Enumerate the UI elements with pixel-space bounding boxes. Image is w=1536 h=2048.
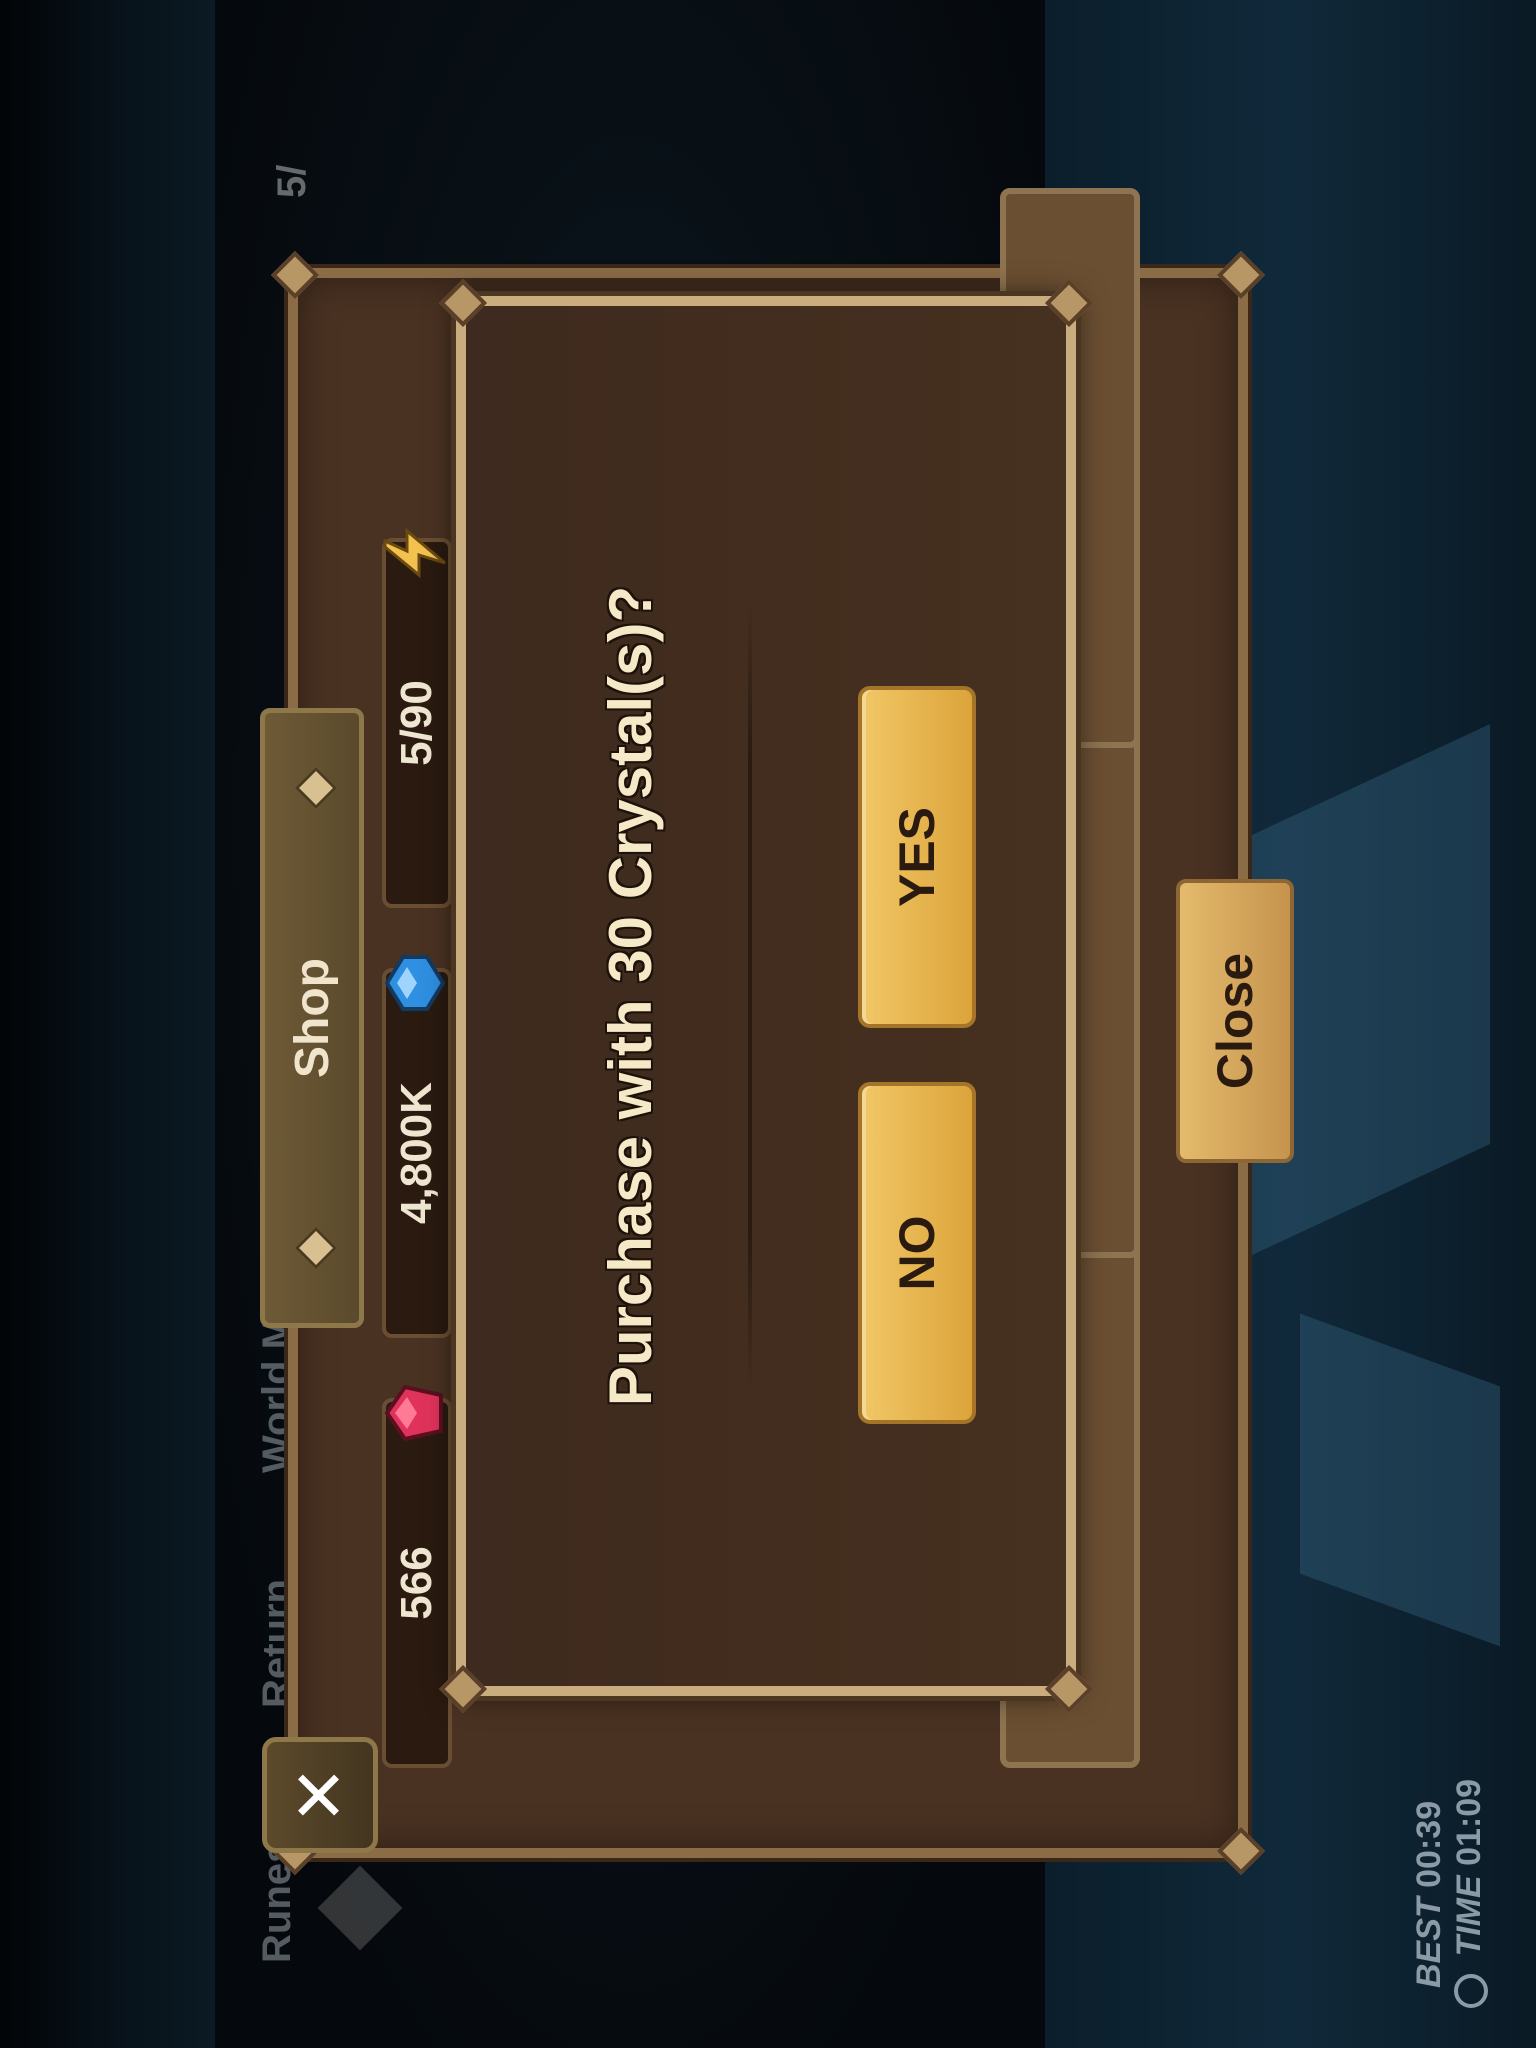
tab-ornament [294, 766, 338, 810]
shop-title: Shop [285, 958, 339, 1078]
time-label: TIME [1450, 1875, 1488, 1957]
best-value: 00:39 [1410, 1800, 1448, 1888]
no-button[interactable]: NO [858, 1082, 976, 1424]
clock-icon [1454, 1974, 1489, 2008]
landscape-stage: TIME 01:09 BEST 00:39 5/ Runes Return Wo… [0, 0, 1536, 2048]
best-label: BEST [1410, 1897, 1448, 1988]
best-time: BEST 00:39 [1410, 1801, 1449, 1988]
tab-ornament [294, 1226, 338, 1270]
close-button[interactable]: Close [1176, 879, 1294, 1163]
dialog-message: Purchase with 30 Crystal(s)? [597, 585, 664, 1407]
energy-bolt-icon [380, 518, 450, 588]
crystals-bar: 566 [382, 1398, 452, 1768]
runes-icon [317, 1865, 403, 1951]
game-scene: TIME 01:09 BEST 00:39 5/ Runes Return Wo… [0, 0, 1536, 2048]
timer: TIME 01:09 [1450, 1779, 1489, 2008]
mana-bar: 4,800K [382, 968, 452, 1338]
crystal-icon [380, 1378, 450, 1448]
energy-bar: 5/90 [382, 538, 452, 908]
time-value: 01:09 [1450, 1778, 1488, 1866]
purchase-dialog: Purchase with 30 Crystal(s)? NO YES [438, 278, 1094, 1714]
close-x-icon: ✕ [281, 1765, 359, 1825]
shop-title-tab: Shop [260, 708, 364, 1328]
energy-value: 5/90 [392, 680, 441, 766]
mana-value: 4,800K [392, 1082, 441, 1224]
panel-corner [1216, 1826, 1266, 1876]
mana-stone-icon [380, 948, 450, 1018]
energy-partial: 5/ [270, 164, 314, 198]
close-x-button[interactable]: ✕ [262, 1737, 378, 1853]
yes-button[interactable]: YES [858, 686, 976, 1028]
crystals-value: 566 [392, 1546, 441, 1620]
panel-corner [270, 250, 320, 300]
panel-corner [1216, 250, 1266, 300]
dialog-divider [748, 606, 752, 1386]
